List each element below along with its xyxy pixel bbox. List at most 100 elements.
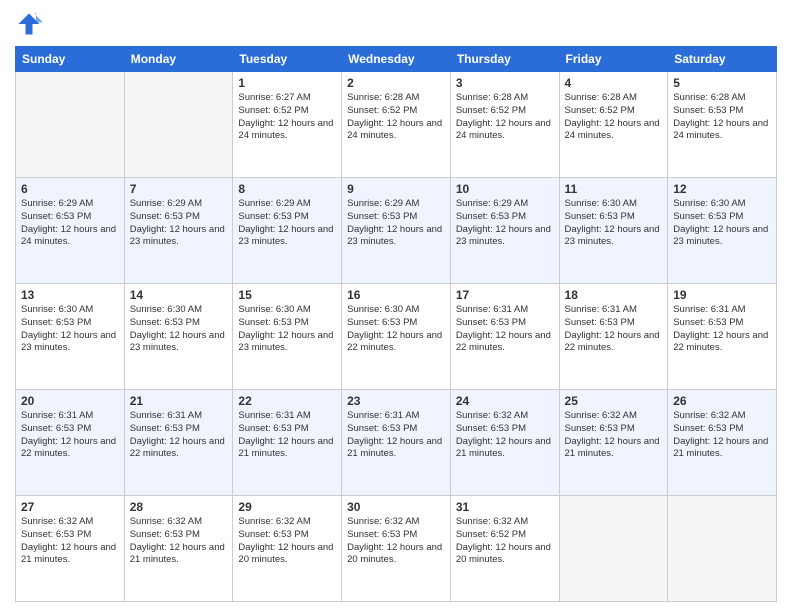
day-number: 3 <box>456 76 554 90</box>
day-info: Sunrise: 6:29 AM Sunset: 6:53 PM Dayligh… <box>456 198 554 249</box>
calendar-cell: 28 Sunrise: 6:32 AM Sunset: 6:53 PM Dayli… <box>124 496 233 602</box>
day-number: 30 <box>347 500 445 514</box>
day-info: Sunrise: 6:32 AM Sunset: 6:53 PM Dayligh… <box>456 410 554 461</box>
day-info: Sunrise: 6:30 AM Sunset: 6:53 PM Dayligh… <box>130 304 228 355</box>
column-header-monday: Monday <box>124 47 233 72</box>
day-info: Sunrise: 6:32 AM Sunset: 6:52 PM Dayligh… <box>456 516 554 567</box>
day-info: Sunrise: 6:27 AM Sunset: 6:52 PM Dayligh… <box>238 92 336 143</box>
day-info: Sunrise: 6:28 AM Sunset: 6:52 PM Dayligh… <box>565 92 663 143</box>
calendar-cell: 26 Sunrise: 6:32 AM Sunset: 6:53 PM Dayli… <box>668 390 777 496</box>
calendar-cell: 11 Sunrise: 6:30 AM Sunset: 6:53 PM Dayli… <box>559 178 668 284</box>
column-header-saturday: Saturday <box>668 47 777 72</box>
day-number: 11 <box>565 182 663 196</box>
day-number: 10 <box>456 182 554 196</box>
calendar-table: SundayMondayTuesdayWednesdayThursdayFrid… <box>15 46 777 602</box>
calendar-cell: 4 Sunrise: 6:28 AM Sunset: 6:52 PM Daylig… <box>559 72 668 178</box>
day-number: 7 <box>130 182 228 196</box>
calendar-cell: 22Sunrise: 6:31 AM Sunset: 6:53 PM Dayli… <box>233 390 342 496</box>
calendar-cell: 9 Sunrise: 6:29 AM Sunset: 6:53 PM Daylig… <box>342 178 451 284</box>
day-info: Sunrise: 6:28 AM Sunset: 6:52 PM Dayligh… <box>347 92 445 143</box>
day-number: 4 <box>565 76 663 90</box>
calendar-cell: 8Sunrise: 6:29 AM Sunset: 6:53 PM Daylig… <box>233 178 342 284</box>
day-number: 26 <box>673 394 771 408</box>
calendar-cell: 25 Sunrise: 6:32 AM Sunset: 6:53 PM Dayli… <box>559 390 668 496</box>
calendar-cell: 17 Sunrise: 6:31 AM Sunset: 6:53 PM Dayli… <box>450 284 559 390</box>
day-number: 13 <box>21 288 119 302</box>
day-info: Sunrise: 6:32 AM Sunset: 6:53 PM Dayligh… <box>565 410 663 461</box>
header <box>15 10 777 38</box>
day-number: 16 <box>347 288 445 302</box>
calendar-week-5: 27 Sunrise: 6:32 AM Sunset: 6:53 PM Dayli… <box>16 496 777 602</box>
day-number: 31 <box>456 500 554 514</box>
day-number: 12 <box>673 182 771 196</box>
calendar-week-1: 1 Sunrise: 6:27 AM Sunset: 6:52 PM Daylig… <box>16 72 777 178</box>
day-info: Sunrise: 6:31 AM Sunset: 6:53 PM Dayligh… <box>565 304 663 355</box>
column-header-sunday: Sunday <box>16 47 125 72</box>
calendar-cell: 13Sunrise: 6:30 AM Sunset: 6:53 PM Dayli… <box>16 284 125 390</box>
calendar-cell: 7 Sunrise: 6:29 AM Sunset: 6:53 PM Daylig… <box>124 178 233 284</box>
day-info: Sunrise: 6:29 AM Sunset: 6:53 PM Dayligh… <box>238 198 336 249</box>
day-number: 17 <box>456 288 554 302</box>
day-info: Sunrise: 6:28 AM Sunset: 6:52 PM Dayligh… <box>456 92 554 143</box>
column-header-thursday: Thursday <box>450 47 559 72</box>
calendar-cell: 5 Sunrise: 6:28 AM Sunset: 6:53 PM Daylig… <box>668 72 777 178</box>
day-number: 2 <box>347 76 445 90</box>
calendar-cell: 24 Sunrise: 6:32 AM Sunset: 6:53 PM Dayli… <box>450 390 559 496</box>
calendar-week-4: 20 Sunrise: 6:31 AM Sunset: 6:53 PM Dayli… <box>16 390 777 496</box>
day-number: 14 <box>130 288 228 302</box>
day-info: Sunrise: 6:31 AM Sunset: 6:53 PM Dayligh… <box>456 304 554 355</box>
column-header-tuesday: Tuesday <box>233 47 342 72</box>
day-info: Sunrise: 6:29 AM Sunset: 6:53 PM Dayligh… <box>21 198 119 249</box>
calendar-cell: 16 Sunrise: 6:30 AM Sunset: 6:53 PM Dayli… <box>342 284 451 390</box>
day-info: Sunrise: 6:32 AM Sunset: 6:53 PM Dayligh… <box>347 516 445 567</box>
day-number: 15 <box>238 288 336 302</box>
day-info: Sunrise: 6:31 AM Sunset: 6:53 PM Dayligh… <box>21 410 119 461</box>
day-info: Sunrise: 6:29 AM Sunset: 6:53 PM Dayligh… <box>347 198 445 249</box>
calendar-cell: 1 Sunrise: 6:27 AM Sunset: 6:52 PM Daylig… <box>233 72 342 178</box>
day-number: 24 <box>456 394 554 408</box>
day-info: Sunrise: 6:30 AM Sunset: 6:53 PM Dayligh… <box>347 304 445 355</box>
day-number: 23 <box>347 394 445 408</box>
calendar-cell: 29Sunrise: 6:32 AM Sunset: 6:53 PM Dayli… <box>233 496 342 602</box>
calendar-cell: 27 Sunrise: 6:32 AM Sunset: 6:53 PM Dayli… <box>16 496 125 602</box>
day-number: 5 <box>673 76 771 90</box>
day-number: 28 <box>130 500 228 514</box>
day-info: Sunrise: 6:32 AM Sunset: 6:53 PM Dayligh… <box>238 516 336 567</box>
calendar-cell <box>16 72 125 178</box>
day-info: Sunrise: 6:28 AM Sunset: 6:53 PM Dayligh… <box>673 92 771 143</box>
day-number: 9 <box>347 182 445 196</box>
calendar-week-3: 13 Sunrise: 6:30 AM Sunset: 6:53 PM Dayli… <box>16 284 777 390</box>
day-info: Sunrise: 6:32 AM Sunset: 6:53 PM Dayligh… <box>673 410 771 461</box>
day-info: Sunrise: 6:32 AM Sunset: 6:53 PM Dayligh… <box>130 516 228 567</box>
day-info: Sunrise: 6:31 AM Sunset: 6:53 PM Dayligh… <box>130 410 228 461</box>
calendar-cell: 18 Sunrise: 6:31 AM Sunset: 6:53 PM Dayli… <box>559 284 668 390</box>
day-number: 18 <box>565 288 663 302</box>
day-number: 1 <box>238 76 336 90</box>
day-number: 19 <box>673 288 771 302</box>
calendar-cell: 30 Sunrise: 6:32 AM Sunset: 6:53 PM Dayli… <box>342 496 451 602</box>
day-info: Sunrise: 6:31 AM Sunset: 6:53 PM Dayligh… <box>347 410 445 461</box>
calendar-cell: 31 Sunrise: 6:32 AM Sunset: 6:52 PM Dayli… <box>450 496 559 602</box>
logo <box>15 10 47 38</box>
calendar-cell: 21 Sunrise: 6:31 AM Sunset: 6:53 PM Dayli… <box>124 390 233 496</box>
calendar-cell: 14 Sunrise: 6:30 AM Sunset: 6:53 PM Dayli… <box>124 284 233 390</box>
calendar-header-row: SundayMondayTuesdayWednesdayThursdayFrid… <box>16 47 777 72</box>
calendar-cell: 23 Sunrise: 6:31 AM Sunset: 6:53 PM Dayli… <box>342 390 451 496</box>
day-info: Sunrise: 6:32 AM Sunset: 6:53 PM Dayligh… <box>21 516 119 567</box>
calendar-cell: 12 Sunrise: 6:30 AM Sunset: 6:53 PM Dayli… <box>668 178 777 284</box>
day-number: 21 <box>130 394 228 408</box>
day-info: Sunrise: 6:30 AM Sunset: 6:53 PM Dayligh… <box>565 198 663 249</box>
page: SundayMondayTuesdayWednesdayThursdayFrid… <box>0 0 792 612</box>
day-number: 27 <box>21 500 119 514</box>
calendar-cell: 15 Sunrise: 6:30 AM Sunset: 6:53 PM Dayli… <box>233 284 342 390</box>
day-info: Sunrise: 6:30 AM Sunset: 6:53 PM Dayligh… <box>673 198 771 249</box>
day-info: Sunrise: 6:31 AM Sunset: 6:53 PM Dayligh… <box>673 304 771 355</box>
day-info: Sunrise: 6:29 AM Sunset: 6:53 PM Dayligh… <box>130 198 228 249</box>
day-info: Sunrise: 6:30 AM Sunset: 6:53 PM Dayligh… <box>238 304 336 355</box>
column-header-wednesday: Wednesday <box>342 47 451 72</box>
day-number: 20 <box>21 394 119 408</box>
calendar-cell: 19 Sunrise: 6:31 AM Sunset: 6:53 PM Dayli… <box>668 284 777 390</box>
calendar-cell <box>559 496 668 602</box>
day-number: 25 <box>565 394 663 408</box>
day-number: 6 <box>21 182 119 196</box>
